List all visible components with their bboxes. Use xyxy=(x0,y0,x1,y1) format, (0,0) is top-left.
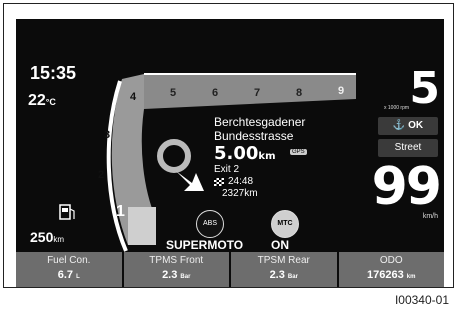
turn-arrow-icon xyxy=(157,139,191,173)
tick-5: 5 xyxy=(170,87,177,99)
anchor-icon: ⚓ xyxy=(392,120,409,131)
eta-time: 24:48 xyxy=(228,176,254,187)
tick-4: 4 xyxy=(130,91,137,103)
speed-value: 99 xyxy=(371,157,442,217)
mtc-badge: MTC xyxy=(271,210,299,238)
exit-label: Exit 2 xyxy=(214,164,240,175)
tick-3: 3 xyxy=(104,129,111,141)
info-bar: Fuel Con. 6.7 L TPMS Front 2.3 Bar TPSM … xyxy=(16,252,444,287)
tick-7: 7 xyxy=(254,87,261,99)
speed-unit: km/h xyxy=(422,213,438,220)
street-mode-badge: Street xyxy=(378,139,438,157)
mtc-state-label: ON xyxy=(271,238,289,252)
temperature: 22°C xyxy=(28,92,56,109)
figure-reference: I00340-01 xyxy=(394,293,449,307)
gps-badge: GPS xyxy=(290,149,307,155)
tick-9: 9 xyxy=(338,85,345,97)
turn-distance: 5.00km xyxy=(214,143,276,164)
road-name-line2: Bundesstrasse xyxy=(214,129,294,143)
gear-indicator: 5 xyxy=(409,63,440,114)
tick-6: 6 xyxy=(212,87,219,99)
dashboard-screen: 4 5 6 7 8 9 3 2 1 15:35 22°C 250km 5 x 1… xyxy=(16,19,444,287)
info-odometer: ODO 176263 km xyxy=(338,252,444,287)
ok-indicator: ⚓ OK xyxy=(378,117,438,135)
rpm-unit: x 1000 rpm xyxy=(384,105,410,111)
tick-8: 8 xyxy=(296,87,303,99)
info-tpsm-rear: TPSM Rear 2.3 Bar xyxy=(231,252,337,287)
checkered-flag-icon xyxy=(214,178,224,186)
tick-1: 1 xyxy=(116,203,125,220)
remaining-distance: 2327km xyxy=(222,188,258,199)
info-tpms-front: TPMS Front 2.3 Bar xyxy=(123,252,229,287)
tick-2: 2 xyxy=(98,169,105,181)
road-name-line1: Berchtesgadener xyxy=(214,115,306,129)
fuel-range: 250km xyxy=(30,229,65,245)
abs-badge: ABS xyxy=(196,210,224,238)
info-fuel-consumption: Fuel Con. 6.7 L xyxy=(16,252,122,287)
clock: 15:35 xyxy=(30,63,77,83)
riding-mode-label: SUPERMOTO xyxy=(166,238,244,252)
